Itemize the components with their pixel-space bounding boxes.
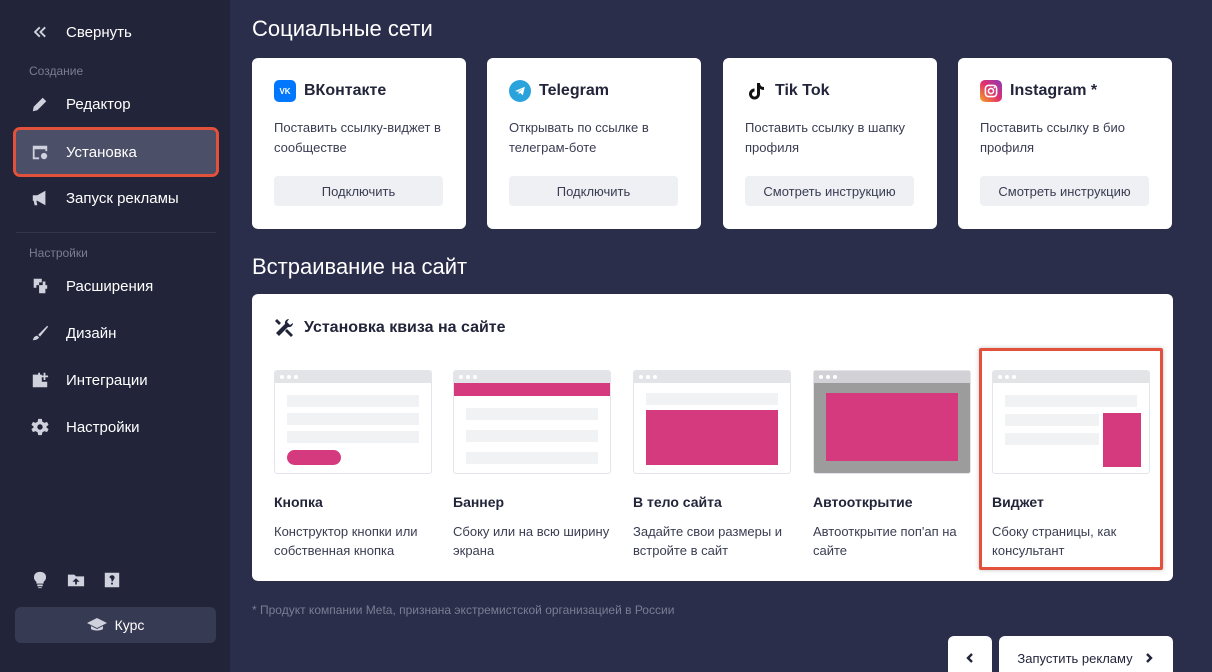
section-settings-label: Настройки	[29, 246, 88, 260]
social-card-desc: Поставить ссылку в био профиля	[980, 120, 1125, 155]
sidebar-item-label: Редактор	[66, 95, 131, 113]
social-card-instagram: Instagram * Поставить ссылку в био профи…	[958, 58, 1172, 229]
chevron-right-icon	[1145, 653, 1153, 663]
embed-preview-autoopen	[813, 370, 971, 474]
embed-preview-widget	[992, 370, 1150, 474]
footnote: * Продукт компании Meta, признана экстре…	[252, 603, 675, 617]
instagram-logo-icon	[980, 80, 1002, 102]
social-card-name: Tik Tok	[775, 82, 830, 99]
pencil-icon	[30, 94, 50, 114]
embed-option-desc: Сбоку или на всю ширину экрана	[453, 524, 610, 558]
puzzle-plus-icon	[30, 276, 50, 296]
launch-ads-button[interactable]: Запустить рекламу	[999, 636, 1173, 672]
embed-preview-button	[274, 370, 432, 474]
collapse-label: Свернуть	[66, 23, 132, 41]
sidebar-item-integrations[interactable]: Интеграции	[16, 358, 216, 402]
section-create-label: Создание	[29, 64, 84, 78]
lightbulb-icon[interactable]	[30, 570, 50, 590]
telegram-logo-icon	[509, 80, 531, 102]
embed-option-title: Автооткрытие	[813, 494, 913, 510]
sidebar-item-label: Установка	[66, 143, 137, 161]
megaphone-icon	[30, 188, 50, 208]
embed-option-desc: Автооткрытие поп'ап на сайте	[813, 524, 957, 558]
embed-option-desc: Сбоку страницы, как консультант	[992, 524, 1117, 558]
tiktok-logo-icon	[745, 80, 767, 102]
social-card-telegram: Telegram Открывать по ссылке в телеграм-…	[487, 58, 701, 229]
sidebar-item-extensions[interactable]: Расширения	[16, 264, 216, 308]
social-card-name: Instagram *	[1010, 82, 1098, 99]
social-card-name: ВКонтакте	[304, 82, 387, 99]
social-card-tiktok: Tik Tok Поставить ссылку в шапку профиля…	[723, 58, 937, 229]
embed-panel-title: Установка квиза на сайте	[304, 319, 506, 336]
sidebar-item-editor[interactable]: Редактор	[16, 82, 216, 126]
social-card-desc: Открывать по ссылке в телеграм-боте	[509, 120, 649, 155]
vk-logo-icon: VK	[274, 80, 296, 102]
sidebar-item-label: Дизайн	[66, 324, 117, 342]
tools-icon	[275, 318, 294, 337]
embed-section-title: Встраивание на сайт	[252, 254, 468, 279]
embed-option-widget[interactable]: Виджет Сбоку страницы, как консультант	[992, 370, 1150, 560]
embed-option-banner[interactable]: Баннер Сбоку или на всю ширину экрана	[453, 370, 611, 560]
embed-option-title: В тело сайта	[633, 494, 722, 510]
previous-button[interactable]	[948, 636, 992, 672]
embed-option-button[interactable]: Кнопка Конструктор кнопки или собственна…	[274, 370, 432, 560]
connect-vk-button[interactable]: Подключить	[274, 176, 443, 206]
social-card-desc: Поставить ссылку-виджет в сообществе	[274, 120, 441, 155]
sidebar-item-label: Интеграции	[66, 371, 148, 389]
social-card-name: Telegram	[539, 82, 609, 99]
folder-upload-icon[interactable]	[66, 570, 86, 590]
embed-option-title: Кнопка	[274, 494, 323, 510]
sidebar-item-label: Расширения	[66, 277, 154, 295]
gear-icon	[30, 417, 50, 437]
embed-preview-inline	[633, 370, 791, 474]
instagram-instructions-button[interactable]: Смотреть инструкцию	[980, 176, 1149, 206]
connect-telegram-button[interactable]: Подключить	[509, 176, 678, 206]
embed-option-title: Баннер	[453, 494, 505, 510]
social-card-vk: VK ВКонтакте Поставить ссылку-виджет в с…	[252, 58, 466, 229]
course-label: Курс	[114, 617, 145, 633]
embed-option-title: Виджет	[992, 494, 1044, 510]
embed-option-desc: Конструктор кнопки или собственная кнопк…	[274, 524, 418, 558]
embed-option-inline[interactable]: В тело сайта Задайте свои размеры и встр…	[633, 370, 791, 560]
social-section-title: Социальные сети	[252, 16, 433, 41]
sidebar-item-install[interactable]: Установка	[13, 127, 219, 177]
double-chevron-left-icon	[30, 22, 50, 42]
course-button[interactable]: Курс	[15, 607, 216, 643]
sidebar: Свернуть Создание Редактор Установка Зап…	[0, 0, 230, 672]
social-card-desc: Поставить ссылку в шапку профиля	[745, 120, 906, 155]
embed-panel: Установка квиза на сайте Кнопка Конструк…	[252, 294, 1173, 581]
svg-text:VK: VK	[279, 87, 290, 96]
graduation-cap-icon	[86, 618, 107, 631]
help-icon[interactable]	[102, 570, 122, 590]
embed-option-desc: Задайте свои размеры и встройте в сайт	[633, 524, 783, 558]
sidebar-bottom-tools	[30, 570, 122, 590]
sidebar-item-settings[interactable]: Настройки	[16, 405, 216, 449]
divider	[16, 232, 216, 233]
launch-ads-label: Запустить рекламу	[1017, 650, 1133, 666]
brush-icon	[30, 323, 50, 343]
collapse-button[interactable]: Свернуть	[16, 10, 216, 54]
sidebar-item-ads[interactable]: Запуск рекламы	[16, 176, 216, 220]
integration-plus-icon	[30, 370, 50, 390]
sidebar-item-design[interactable]: Дизайн	[16, 311, 216, 355]
window-gear-icon	[30, 142, 50, 162]
chevron-left-icon	[966, 653, 973, 663]
embed-option-autoopen[interactable]: Автооткрытие Автооткрытие поп'ап на сайт…	[813, 370, 971, 560]
sidebar-item-label: Настройки	[66, 418, 140, 436]
embed-preview-banner	[453, 370, 611, 474]
tiktok-instructions-button[interactable]: Смотреть инструкцию	[745, 176, 914, 206]
sidebar-item-label: Запуск рекламы	[66, 189, 179, 207]
